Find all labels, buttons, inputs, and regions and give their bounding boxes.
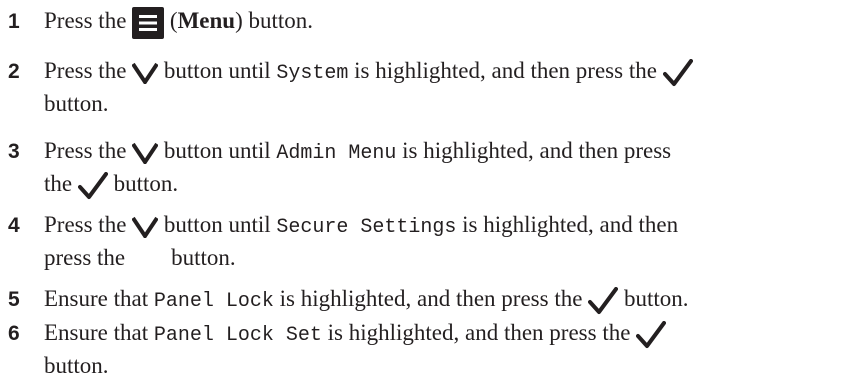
step-text: Ensure that Panel Lock is highlighted, a… (44, 286, 689, 315)
step-number: 6 (8, 322, 20, 345)
step-number: 2 (8, 60, 20, 83)
chevron-down-icon (132, 62, 159, 84)
checkmark-icon (588, 286, 619, 315)
step-number: 5 (8, 288, 20, 311)
step-number: 4 (8, 214, 20, 237)
step-text: Press the button until Admin Menu is hig… (44, 136, 844, 200)
step-number: 1 (8, 10, 20, 33)
chevron-down-icon (132, 216, 159, 238)
instruction-steps: 1 Press the (Menu) button. 2 Press the b… (0, 0, 846, 379)
chevron-down-icon (132, 142, 159, 164)
step-text: Press the button until System is highlig… (44, 56, 844, 119)
step-text: Press the (Menu) button. (44, 6, 844, 39)
step-text: Ensure that Panel Lock Set is highlighte… (44, 318, 844, 381)
step-text: Press the button until Secure Settings i… (44, 212, 679, 270)
checkmark-icon (662, 58, 693, 87)
checkmark-icon (77, 171, 108, 200)
menu-icon (132, 6, 165, 39)
step-number: 3 (8, 140, 20, 163)
checkmark-icon (636, 320, 667, 349)
